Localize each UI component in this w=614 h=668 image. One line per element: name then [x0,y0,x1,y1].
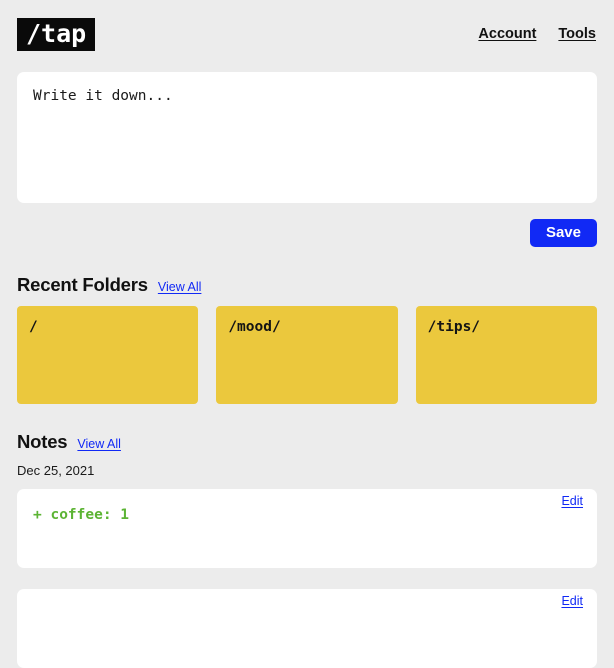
recent-folders-header: Recent Folders View All [17,274,597,296]
app-logo[interactable]: /tap [17,17,96,51]
folder-name: / [29,319,38,335]
nav-account[interactable]: Account [478,26,536,42]
folders-grid: / /mood/ /tips/ [17,306,597,404]
note-input[interactable] [17,72,597,203]
composer-actions: Save [17,219,597,247]
note-card[interactable]: Edit + coffee: 1 [17,489,597,568]
save-button[interactable]: Save [529,219,597,247]
folders-view-all-link[interactable]: View All [158,280,202,294]
nav-tools[interactable]: Tools [558,26,596,42]
folder-card[interactable]: /mood/ [216,306,398,404]
note-card[interactable]: Edit [17,589,597,668]
app-header: /tap Account Tools [17,0,597,56]
page-root: /tap Account Tools Save Recent Folders V… [0,0,614,668]
notes-title: Notes [17,431,68,452]
header-nav: Account Tools [478,26,597,42]
note-edit-link[interactable]: Edit [561,594,583,608]
composer-section [17,72,597,203]
folder-name: /mood/ [228,319,281,335]
note-edit-link[interactable]: Edit [561,494,583,508]
note-body: + coffee: 1 [33,507,130,523]
notes-view-all-link[interactable]: View All [77,437,121,451]
note-date: Dec 25, 2021 [17,463,95,478]
recent-folders-title: Recent Folders [17,274,148,295]
notes-header: Notes View All [17,431,597,453]
folder-card[interactable]: /tips/ [415,306,597,404]
folder-card[interactable]: / [17,306,199,404]
folder-name: /tips/ [427,319,481,335]
